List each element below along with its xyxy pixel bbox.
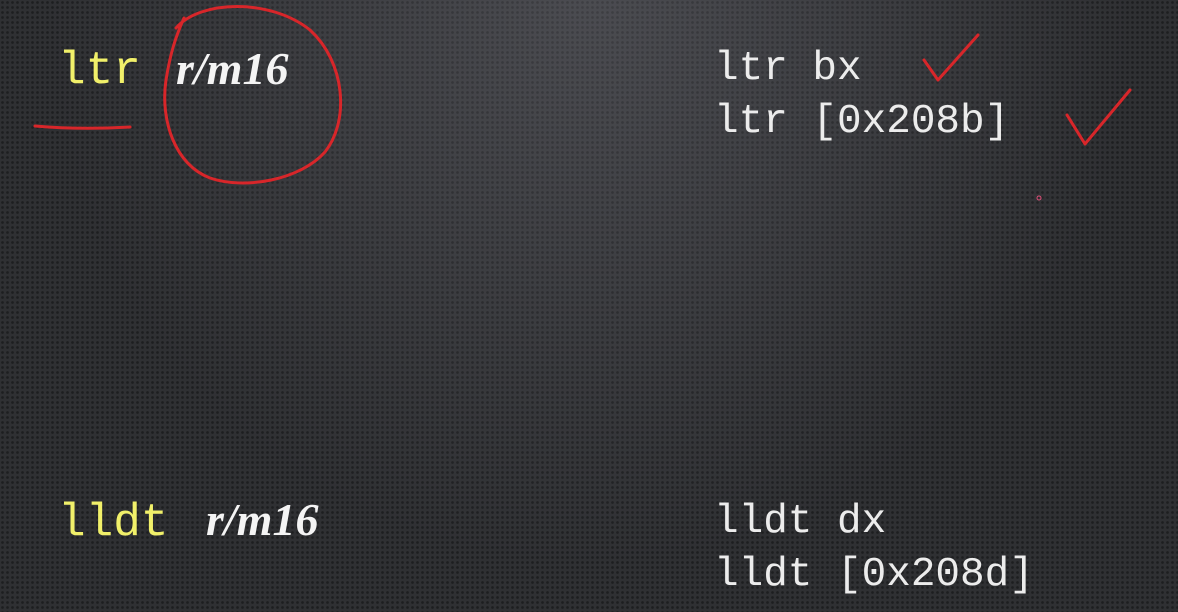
- operand-ltr: r/m16: [176, 43, 289, 94]
- example-ltr-memory: ltr [0x208b]: [714, 99, 1010, 145]
- mnemonic-ltr: ltr: [58, 45, 141, 97]
- circle-stroke: [163, 5, 343, 185]
- pen-cursor-dot: [1036, 195, 1042, 201]
- example-lldt-memory: lldt [0x208d]: [714, 552, 1034, 598]
- underline-stroke: [33, 124, 132, 130]
- example-lldt-register: lldt dx: [714, 499, 887, 545]
- mnemonic-lldt: lldt: [58, 497, 169, 549]
- example-ltr-register: ltr bx: [714, 46, 862, 92]
- checkmark-2-icon: [1065, 88, 1132, 146]
- operand-lldt: r/m16: [206, 494, 319, 545]
- checkmark-1-icon: [922, 33, 980, 82]
